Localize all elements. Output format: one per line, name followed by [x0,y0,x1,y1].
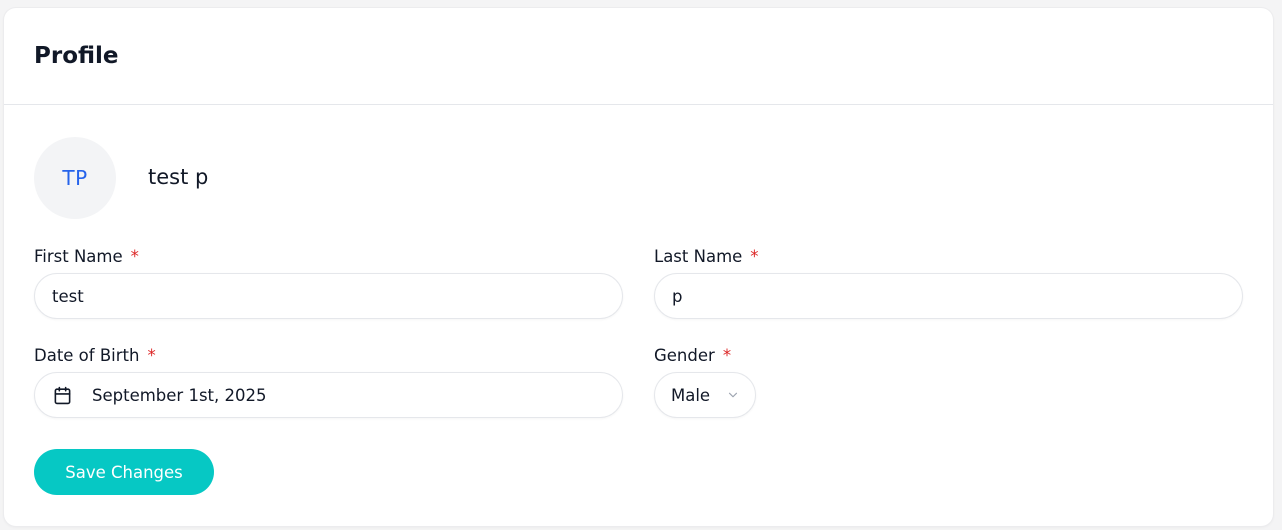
first-name-field[interactable]: test [34,273,623,319]
date-of-birth-value: September 1st, 2025 [92,385,267,405]
first-name-value: test [52,286,84,306]
first-name-label-text: First Name [34,247,123,266]
date-of-birth-picker[interactable]: September 1st, 2025 [34,372,623,418]
save-changes-button[interactable]: Save Changes [34,449,214,495]
avatar: TP [34,137,116,219]
gender-value: Male [671,385,711,405]
display-name: test p [148,165,209,189]
last-name-field[interactable]: p [654,273,1243,319]
first-name-label: First Name * [34,246,139,268]
required-marker: * [130,247,139,266]
date-of-birth-label: Date of Birth * [34,345,156,367]
avatar-initials: TP [62,166,88,190]
last-name-value: p [672,286,683,306]
profile-card: Profile TP test p First Name * test Last … [4,8,1273,526]
gender-label-text: Gender [654,346,715,365]
last-name-label: Last Name * [654,246,759,268]
chevron-down-icon [725,387,741,403]
required-marker: * [147,346,156,365]
card-header: Profile [4,8,1273,105]
last-name-label-text: Last Name [654,247,743,266]
page-title: Profile [34,43,119,69]
date-of-birth-label-text: Date of Birth [34,346,140,365]
gender-select[interactable]: Male [654,372,756,418]
calendar-icon [52,385,72,405]
required-marker: * [750,247,759,266]
gender-label: Gender * [654,345,731,367]
required-marker: * [722,346,732,365]
